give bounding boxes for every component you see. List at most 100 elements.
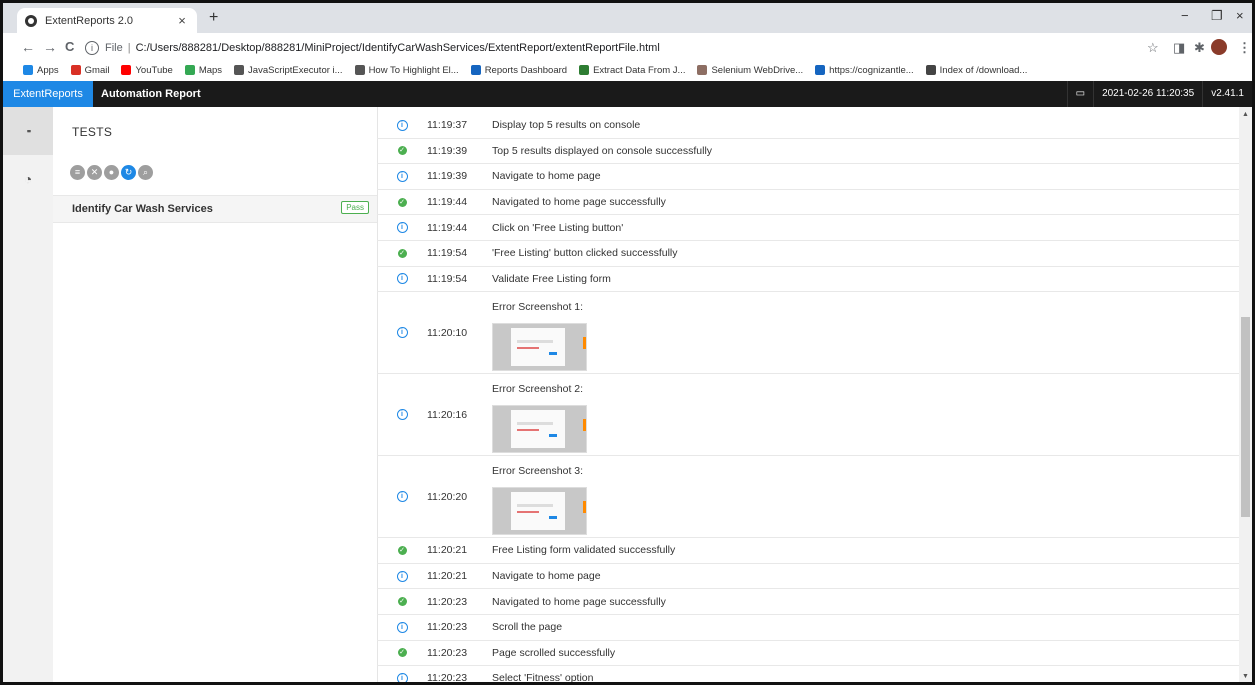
thumbnail-line1 — [517, 422, 553, 426]
new-tab-button[interactable]: + — [209, 9, 218, 27]
log-detail: Page scrolled successfully — [492, 646, 616, 659]
address-bar[interactable]: i File | C:/Users/888281/Desktop/888281/… — [85, 36, 1172, 60]
info-icon: i — [396, 621, 408, 633]
restore-button[interactable]: ❐ — [1211, 8, 1223, 24]
bookmark-favicon-icon — [354, 65, 365, 75]
bookmark-label: Index of /download... — [939, 64, 1028, 76]
nav-tests-view[interactable]: ▪▪ — [3, 107, 53, 155]
site-info-icon[interactable]: i — [85, 41, 99, 55]
log-status: ✓ — [377, 146, 427, 156]
filter-fail-icon[interactable]: ✕ — [87, 165, 102, 180]
log-detail: Display top 5 results on console — [492, 119, 641, 132]
scroll-up-icon[interactable]: ▲ — [1242, 111, 1249, 118]
log-timestamp: 11:19:44 — [427, 196, 468, 209]
filter-status-icon[interactable]: ● — [104, 165, 119, 180]
bookmark-item[interactable]: YouTube — [121, 64, 173, 76]
bookmark-label: YouTube — [135, 64, 173, 76]
pass-check-icon: ✓ — [397, 248, 407, 258]
bookmark-favicon-icon — [925, 65, 936, 75]
browser-menu-icon[interactable]: ⋮ — [1238, 40, 1251, 56]
minimize-button[interactable]: − — [1181, 8, 1189, 23]
bookmark-item[interactable]: JavaScriptExecutor i... — [234, 65, 343, 76]
extensions-puzzle-icon[interactable]: ✱ — [1194, 40, 1205, 56]
log-detail: Free Listing form validated successfully — [492, 544, 676, 557]
bookmark-item[interactable]: Reports Dashboard — [470, 65, 567, 76]
bookmark-label: How To Highlight El... — [368, 64, 459, 76]
brand-logo[interactable]: ExtentReports — [3, 81, 93, 107]
info-icon: i — [396, 491, 408, 503]
reload-button[interactable]: C — [65, 39, 74, 54]
log-row: i 11:20:23 Select 'Fitness' option — [377, 666, 1239, 682]
log-detail: Navigate to home page — [492, 170, 601, 183]
bookmark-item[interactable]: How To Highlight El... — [354, 64, 459, 76]
bookmark-item[interactable]: Gmail — [70, 65, 109, 76]
log-timestamp: 11:20:20 — [427, 490, 468, 503]
filter-search-icon[interactable]: ⌕ — [138, 165, 153, 180]
bookmark-favicon-icon — [70, 65, 81, 75]
error-screenshot-thumbnail[interactable] — [492, 405, 587, 454]
log-detail: Error Screenshot 2: — [492, 374, 1239, 455]
log-timestamp: 11:20:23 — [427, 646, 468, 659]
header-right: ▭ 2021-02-26 11:20:35 v2.41.1 — [1066, 81, 1252, 107]
log-row: ✓ 11:19:54 'Free Listing' button clicked s… — [377, 241, 1239, 267]
pass-check-icon: ✓ — [397, 545, 407, 555]
browser-tab[interactable]: ExtentReports 2.0 × — [17, 8, 197, 33]
nav-dashboard-view[interactable]: ◔ — [3, 155, 53, 203]
scrollbar[interactable]: ▲ ▼ — [1239, 107, 1252, 682]
bookmark-favicon-icon — [697, 65, 708, 75]
bookmark-item[interactable]: https://cognizantle... — [815, 65, 914, 76]
log-status: ✓ — [377, 545, 427, 555]
test-log: i 11:19:37 Display top 5 results on consol… — [377, 113, 1239, 682]
thumbnail-line2 — [517, 511, 539, 514]
bookmark-star-icon[interactable]: ☆ — [1147, 40, 1159, 56]
scroll-down-icon[interactable]: ▼ — [1242, 673, 1249, 680]
tests-title: TESTS — [72, 125, 113, 139]
tab-title: ExtentReports 2.0 — [45, 14, 134, 27]
bookmark-label: Extract Data From J... — [593, 64, 686, 76]
bookmark-favicon-icon — [121, 65, 132, 75]
thumbnail-line1 — [517, 340, 553, 344]
pass-check-icon: ✓ — [397, 197, 407, 207]
error-screenshot-thumbnail[interactable] — [492, 487, 587, 536]
log-detail: Click on 'Free Listing button' — [492, 221, 624, 234]
filter-all-icon[interactable]: ≡ — [70, 165, 85, 180]
thumbnail-btn — [549, 352, 557, 356]
bookmark-label: JavaScriptExecutor i... — [248, 64, 343, 76]
monitor-icon: ▭ — [1066, 81, 1093, 107]
bookmark-item[interactable]: Index of /download... — [925, 64, 1028, 76]
log-status: ✓ — [377, 248, 427, 258]
info-icon: i — [396, 119, 408, 131]
bookmark-item[interactable]: Selenium WebDrive... — [697, 65, 803, 76]
report-name: Automation Report — [101, 88, 201, 100]
scroll-thumb[interactable] — [1241, 317, 1250, 517]
log-detail: Top 5 results displayed on console succe… — [492, 144, 713, 157]
report-datetime: 2021-02-26 11:20:35 — [1093, 81, 1202, 107]
bookmark-label: https://cognizantle... — [829, 64, 914, 76]
tab-close-icon[interactable]: × — [175, 13, 189, 28]
bookmark-item[interactable]: Extract Data From J... — [579, 65, 685, 76]
extension-icon[interactable]: ◨ — [1173, 40, 1185, 56]
test-item[interactable]: Identify Car Wash Services Pass — [53, 195, 377, 223]
dashboard-icon: ◔ — [23, 171, 33, 187]
forward-button[interactable]: → — [43, 39, 57, 55]
log-status: ✓ — [377, 648, 427, 658]
bookmark-item[interactable]: Apps — [23, 65, 59, 76]
info-icon: i — [396, 273, 408, 285]
log-timestamp: 11:20:23 — [427, 595, 468, 608]
error-screenshot-thumbnail[interactable] — [492, 323, 587, 372]
log-timestamp: 11:19:39 — [427, 144, 468, 157]
log-detail: Navigated to home page successfully — [492, 196, 666, 209]
filter-refresh-icon[interactable]: ↻ — [121, 165, 136, 180]
info-icon: i — [396, 570, 408, 582]
profile-avatar[interactable] — [1211, 39, 1227, 55]
report-header: ExtentReports Automation Report ▭ 2021-0… — [3, 81, 1252, 107]
close-window-button[interactable]: × — [1236, 8, 1244, 23]
log-timestamp: 11:19:39 — [427, 170, 468, 183]
log-detail: Error Screenshot 3: — [492, 456, 1239, 537]
bookmark-item[interactable]: Maps — [184, 65, 222, 76]
back-button[interactable]: ← — [21, 39, 35, 55]
log-timestamp: 11:19:44 — [427, 221, 468, 234]
pass-check-icon: ✓ — [397, 146, 407, 156]
status-filters: ≡ ✕ ● ↻ ⌕ — [70, 165, 153, 180]
log-row: i 11:19:39 Navigate to home page — [377, 164, 1239, 190]
